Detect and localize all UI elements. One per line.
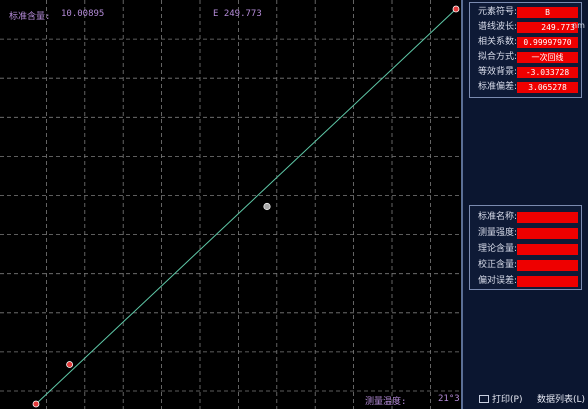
standard-point <box>452 5 460 13</box>
fit-method-label: 拟合方式: <box>478 52 518 62</box>
measure-temperature-value: 21°3 <box>438 394 460 404</box>
relative-error-label: 偏对误差: <box>478 276 518 286</box>
equivalent-background-label: 等效背景: <box>478 67 518 77</box>
element-symbol-value: B <box>517 7 578 18</box>
standard-deviation-value: 3.065278 <box>517 82 578 93</box>
relative-error-value <box>517 276 578 287</box>
wavelength-readout: E 249.773 <box>213 9 262 19</box>
wavelength-label: 谱线波长: <box>478 22 518 32</box>
info-row-fit-method: 拟合方式: 一次回线 <box>470 51 581 64</box>
sample-row-relative-error: 偏对误差: <box>470 275 581 288</box>
standard-point <box>66 361 73 368</box>
fit-line <box>35 8 457 405</box>
calibration-info-panel: 元素符号: B 谱线波长: 249.773 相关系数: 0.99997970 拟… <box>469 2 582 98</box>
standard-point <box>32 400 40 408</box>
info-row-std-dev: 标准偏差: 3.065278 <box>470 81 581 94</box>
info-row-element: 元素符号: B <box>470 6 581 19</box>
corrected-content-label: 校正含量: <box>478 260 518 270</box>
correlation-label: 相关系数: <box>478 37 518 47</box>
standard-content-value: 10.00895 <box>61 9 105 19</box>
data-list-button[interactable]: 数据列表(L) <box>537 392 585 408</box>
element-symbol-label: 元素符号: <box>478 7 518 17</box>
sample-row-theoretical: 理论含量: <box>470 243 581 256</box>
sample-row-corrected: 校正含量: <box>470 259 581 272</box>
sample-row-intensity: 测量强度: <box>470 227 581 240</box>
wavelength-value: 249.773 <box>517 22 578 33</box>
calibration-plot[interactable]: 标准含量: 10.00895 E 249.773 测量温度: 21°3 <box>0 0 463 409</box>
measured-intensity-value <box>517 228 578 239</box>
fit-method-value: 一次回线 <box>517 52 578 63</box>
measured-intensity-label: 测量强度: <box>478 228 518 238</box>
theoretical-content-label: 理论含量: <box>478 244 518 254</box>
measure-temperature-label: 测量温度: <box>365 397 407 407</box>
theoretical-content-value <box>517 244 578 255</box>
standard-deviation-label: 标准偏差: <box>478 82 518 92</box>
wavelength-unit: nm <box>572 21 585 30</box>
calibration-chart <box>0 0 461 409</box>
print-button-label: 打印(P) <box>492 395 523 405</box>
info-row-correlation: 相关系数: 0.99997970 <box>470 36 581 49</box>
correlation-value: 0.99997970 <box>517 37 578 48</box>
standard-content-label: 标准含量: <box>9 12 51 22</box>
info-row-background: 等效背景: -3.033728 <box>470 66 581 79</box>
sample-info-panel: 标准名称: 测量强度: 理论含量: 校正含量: 偏对误差: <box>469 205 582 290</box>
sample-row-standard-name: 标准名称: <box>470 211 581 224</box>
standard-name-value <box>517 212 578 223</box>
printer-icon <box>479 395 489 403</box>
data-list-button-label: 数据列表(L) <box>537 395 586 405</box>
equivalent-background-value: -3.033728 <box>517 67 578 78</box>
print-button[interactable]: 打印(P) <box>479 392 522 408</box>
info-row-wavelength: 谱线波长: 249.773 <box>470 21 581 34</box>
standard-name-label: 标准名称: <box>478 212 518 222</box>
measured-point <box>263 202 271 211</box>
corrected-content-value <box>517 260 578 271</box>
